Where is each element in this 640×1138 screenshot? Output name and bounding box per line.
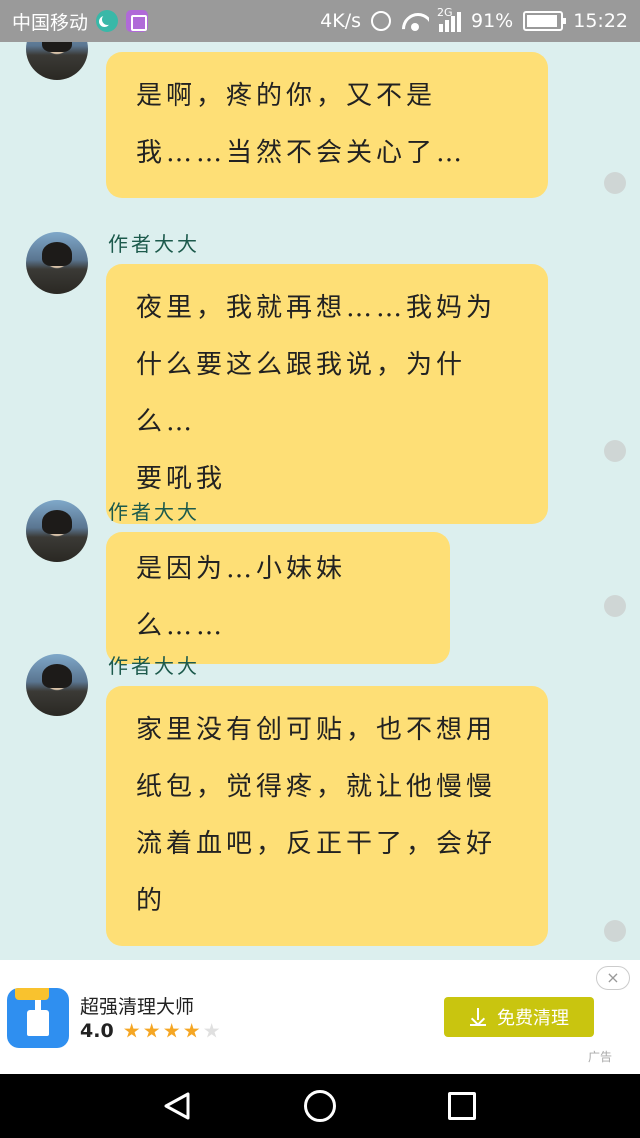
home-icon[interactable]: [304, 1090, 336, 1122]
status-dot: [604, 595, 626, 617]
avatar[interactable]: [26, 654, 88, 716]
avatar[interactable]: [26, 232, 88, 294]
star-icon: [143, 1023, 160, 1038]
message-line: 的: [136, 886, 167, 916]
status-dot: [604, 172, 626, 194]
ad-close-button[interactable]: ×: [596, 966, 630, 990]
message-line: 是啊，疼的你，又不是: [136, 81, 437, 111]
message-line: 是因为…小妹妹么……: [136, 554, 347, 641]
gallery-icon: [126, 10, 149, 32]
alarm-icon: [371, 11, 391, 31]
ad-app-name[interactable]: 超强清理大师: [80, 992, 194, 1019]
message-bubble[interactable]: 夜里，我就再想……我妈为 什么要这么跟我说，为什么… 要吼我: [106, 264, 548, 524]
ad-label: 广告: [588, 1050, 613, 1064]
network-speed: 4K/s: [320, 10, 361, 32]
star-icon: [123, 1023, 140, 1038]
network-type: 2G: [437, 6, 453, 19]
message-line: 家里没有创可贴，也不想用: [136, 715, 497, 745]
download-icon: [469, 1008, 487, 1026]
star-icon: [183, 1023, 200, 1038]
free-clean-button[interactable]: 免费清理: [444, 997, 594, 1037]
message-bubble[interactable]: 家里没有创可贴，也不想用 纸包，觉得疼，就让他慢慢 流着血吧，反正干了，会好 的: [106, 686, 548, 946]
ad-button-label: 免费清理: [497, 1008, 569, 1029]
sender-name: 作者大大: [108, 500, 200, 524]
carrier-label: 中国移动: [12, 11, 89, 34]
avatar[interactable]: [26, 42, 88, 80]
message-bubble[interactable]: 是因为…小妹妹么……: [106, 532, 450, 664]
status-bar: 中国移动 4K/s 2G 91% 15:22: [0, 0, 640, 42]
broom-app-icon[interactable]: [7, 988, 69, 1048]
message-line: 我……当然不会关心了…: [136, 138, 467, 168]
recent-apps-icon[interactable]: [448, 1092, 476, 1120]
back-icon[interactable]: [162, 1090, 194, 1122]
status-dot: [604, 920, 626, 942]
star-empty-icon: [203, 1023, 220, 1038]
clock: 15:22: [573, 10, 628, 32]
signal-icon: 2G: [437, 6, 461, 32]
moon-icon: [96, 10, 119, 32]
rating-value: 4.0: [80, 1020, 114, 1042]
message-line: 流着血吧，反正干了，会好: [136, 829, 497, 859]
sender-name: 作者大大: [108, 232, 200, 256]
chat-list[interactable]: 是啊，疼的你，又不是 我……当然不会关心了… 作者大大 夜里，我就再想……我妈为…: [0, 42, 640, 960]
avatar[interactable]: [26, 500, 88, 562]
message-line: 什么要这么跟我说，为什么…: [136, 350, 467, 437]
navigation-bar: [0, 1074, 640, 1138]
ad-rating: 4.0: [80, 1020, 220, 1042]
battery-percent: 91%: [471, 10, 514, 32]
message-bubble[interactable]: 是啊，疼的你，又不是 我……当然不会关心了…: [106, 52, 548, 198]
battery-icon: [523, 11, 567, 31]
status-dot: [604, 440, 626, 462]
ad-banner[interactable]: 超强清理大师 4.0 免费清理 × 广告: [0, 960, 640, 1074]
star-icon: [163, 1023, 180, 1038]
sender-name: 作者大大: [108, 654, 200, 678]
rating-stars: [123, 1023, 220, 1039]
wifi-icon: [401, 11, 429, 31]
message-line: 纸包，觉得疼，就让他慢慢: [136, 772, 497, 802]
message-line: 夜里，我就再想……我妈为: [136, 293, 497, 323]
